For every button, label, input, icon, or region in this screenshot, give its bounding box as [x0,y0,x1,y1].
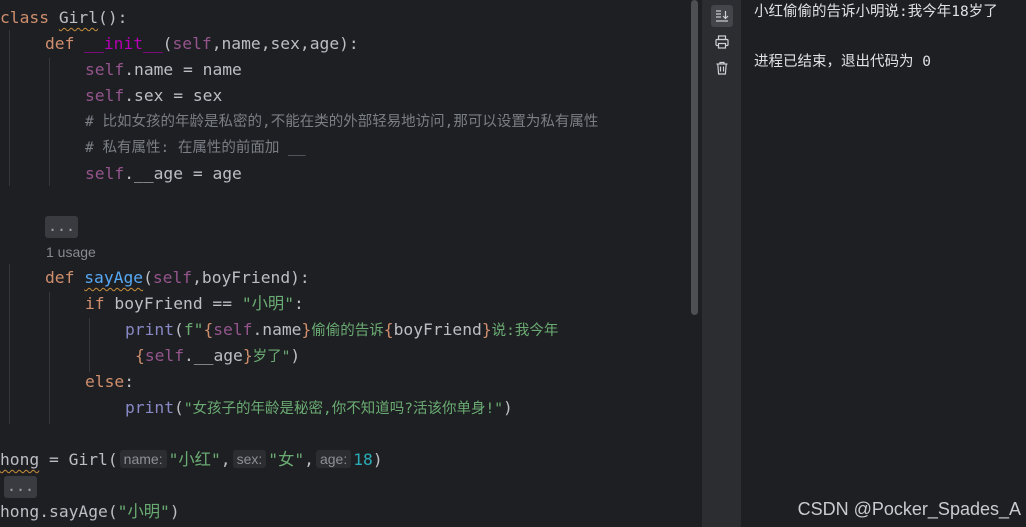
class-ref: Girl [68,450,108,469]
code-line: if boyFriend == "小明": [85,291,304,317]
code-line: {self.__age}岁了") [135,343,300,369]
code-line: class Girl(): [0,5,127,31]
code-text: (): [98,8,128,27]
keyword: def [45,34,75,53]
number-literal: 18 [353,450,373,469]
string-literal: "小明" [241,294,295,313]
code-line: print(f"{self.name}偷偷的告诉{boyFriend}说:我今年 [125,317,558,343]
code-text: .__age = age [124,164,242,183]
params: ,boyFriend): [192,268,310,287]
code-line: ... [45,213,79,239]
code-line: else: [85,369,134,395]
code-text: ( [174,398,184,417]
folded-code-button[interactable]: ... [45,216,79,238]
self-keyword: self [152,268,193,287]
string-literal: "小明" [117,502,170,521]
builtin-print: print [125,398,175,417]
code-text: .name = name [124,60,242,79]
indent-guide [9,30,10,186]
code-text: = [39,450,69,469]
print-icon[interactable] [711,31,733,53]
code-text: ) [169,502,180,521]
code-text: ) [372,450,383,469]
param-hint: sex: [232,450,267,468]
string-literal: "女" [268,450,305,469]
code-text: ) [290,346,301,365]
self-keyword: self [213,320,253,339]
code-text: : [124,372,135,391]
indent-guide [49,58,50,186]
code-text: ( [162,34,173,53]
trash-icon[interactable] [711,57,733,79]
self-keyword: self [85,164,125,183]
variable: hong [0,450,40,469]
string-literal: "小红" [168,450,221,469]
code-line: def __init__(self,name,sex,age): [45,31,359,57]
self-keyword: self [85,60,125,79]
code-line: hong = Girl(name: "小红", sex: "女", age: 18) [0,447,383,473]
brace: } [242,346,253,365]
code-text: ) [502,398,513,417]
code-text: .name [252,320,302,339]
self-keyword: self [172,34,212,53]
class-name: Girl [58,8,99,27]
code-text: boyFriend == [104,294,242,313]
code-text: ( [143,268,153,287]
watermark: CSDN @Pocker_Spades_A [797,499,1021,519]
keyword: if [85,294,105,313]
code-editor[interactable]: class Girl(): def __init__(self,name,sex… [0,0,701,527]
code-line: hong.sayAge("小明") [0,499,180,525]
code-text: .sex = sex [124,86,223,105]
params: ,name,sex,age): [211,34,359,53]
method-name: __init__ [84,34,163,53]
code-line: ... [4,473,38,499]
string-literal: "女孩子的年龄是秘密,你不知道吗?活该你单身!" [183,401,503,417]
code-line: def sayAge(self,boyFriend): [45,265,310,291]
keyword: class [0,8,50,27]
string-literal: 偷偷的告诉 [311,323,384,339]
brace: { [383,320,394,339]
comment-line: # 比如女孩的年龄是私密的,不能在类的外部轻易地访问,那可以设置为私有属性 [85,114,599,130]
string-literal: f" [183,320,204,339]
self-keyword: self [85,86,125,105]
code-text: ( [107,450,118,469]
code-text: , [304,450,314,469]
param-hint: name: [119,450,167,468]
code-line: self.sex = sex [85,83,222,109]
code-text: .__age [184,346,243,365]
keyword: else [85,372,125,391]
brace: { [203,320,214,339]
run-console[interactable]: 小红偷偷的告诉小明说:我今年18岁了 进程已结束，退出代码为 0 [741,0,1026,527]
code-text: hong.sayAge( [0,502,118,521]
keyword: def [45,268,75,287]
string-literal: 说:我今年 [491,323,559,339]
comment-line: # 私有属性: 在属性的前面加 __ [85,140,306,156]
indent-guide [89,318,90,372]
brace: } [301,320,312,339]
indent-guide [49,292,50,424]
string-literal: 岁了" [252,349,291,365]
console-exit-line: 进程已结束，退出代码为 0 [754,54,931,70]
scroll-to-end-icon[interactable] [711,5,733,27]
usage-hint[interactable]: 1 usage [46,239,96,265]
code-text: boyFriend [393,320,482,339]
console-output-line: 小红偷偷的告诉小明说:我今年18岁了 [754,4,998,20]
code-text: ( [174,320,184,339]
param-hint: age: [315,450,352,468]
code-text: : [294,294,304,313]
builtin-print: print [125,320,175,339]
self-keyword: self [144,346,185,365]
indent-guide [9,264,10,424]
code-line: self.name = name [85,57,242,83]
console-toolbar [701,0,742,527]
brace: { [135,346,145,365]
code-line: self.__age = age [85,161,242,187]
folded-code-button[interactable]: ... [4,476,38,498]
code-line: print("女孩子的年龄是秘密,你不知道吗?活该你单身!") [125,395,513,421]
editor-scrollbar[interactable] [691,0,698,315]
code-text: , [220,450,231,469]
method-name: sayAge [84,268,144,287]
brace: } [481,320,492,339]
